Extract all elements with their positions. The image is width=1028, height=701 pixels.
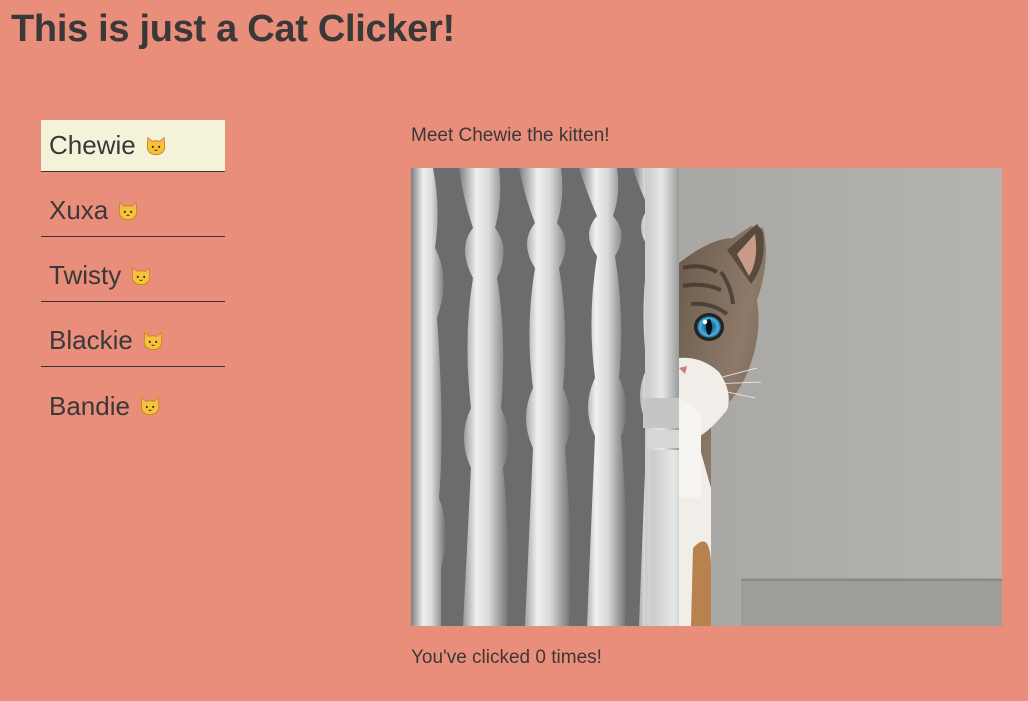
cat-list-item-chewie[interactable]: Chewie	[41, 120, 225, 172]
cat-list-item-xuxa[interactable]: Xuxa	[41, 185, 225, 237]
cat-face-icon	[146, 136, 165, 155]
cat-face-icon	[140, 396, 160, 416]
cat-name: Blackie	[49, 325, 133, 355]
cat-photo[interactable]	[411, 168, 1002, 626]
page-title: This is just a Cat Clicker!	[11, 8, 455, 50]
cat-list-item-bandie[interactable]: Bandie	[41, 380, 225, 432]
cat-face-icon	[119, 201, 138, 220]
cat-list: Chewie Xuxa Twisty Blackie Bandie	[41, 120, 225, 445]
cat-name: Twisty	[49, 260, 122, 290]
cat-list-item-blackie[interactable]: Blackie	[41, 315, 225, 367]
cat-intro-text: Meet Chewie the kitten!	[411, 125, 610, 146]
click-count-text: You've clicked 0 times!	[411, 647, 602, 668]
cat-name: Bandie	[49, 390, 130, 421]
cat-face-icon	[143, 331, 162, 350]
cat-name: Xuxa	[49, 195, 109, 225]
cat-name: Chewie	[49, 130, 136, 160]
cat-list-item-twisty[interactable]: Twisty	[41, 250, 225, 302]
cat-face-icon	[132, 266, 151, 285]
cat-detail-panel: Meet Chewie the kitten! You've clicked 0…	[411, 124, 1002, 668]
